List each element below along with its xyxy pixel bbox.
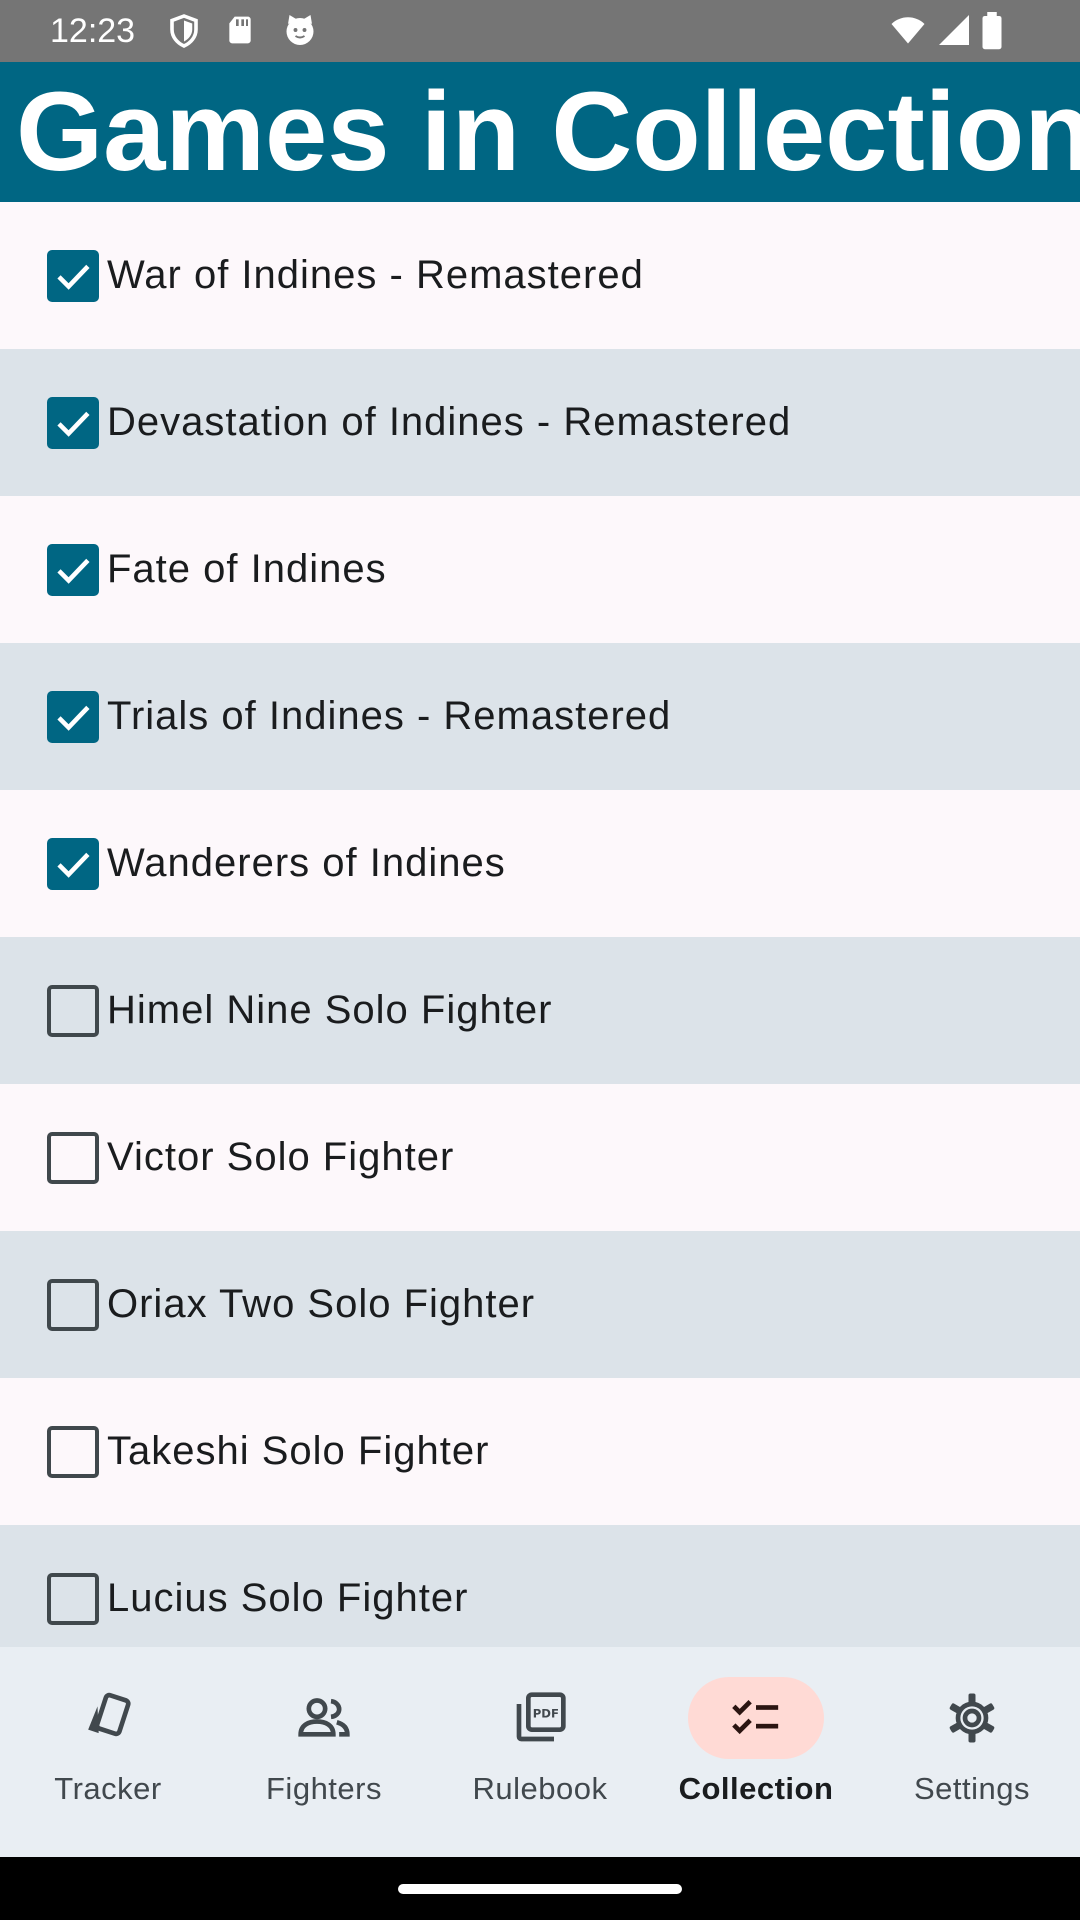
app-bar: Games in Collection	[0, 62, 1080, 202]
checkbox-unchecked[interactable]	[47, 1278, 99, 1331]
page-title: Games in Collection	[16, 69, 1080, 194]
list-item[interactable]: Takeshi Solo Fighter	[0, 1378, 1080, 1525]
game-label: Wanderers of Indines	[107, 841, 506, 885]
people-icon	[296, 1690, 352, 1746]
checkbox-checked[interactable]	[47, 249, 99, 302]
checkbox-checked[interactable]	[47, 690, 99, 743]
checklist-icon	[728, 1690, 784, 1746]
checkbox-unchecked[interactable]	[47, 1131, 99, 1184]
list-item[interactable]: Lucius Solo Fighter	[0, 1525, 1080, 1647]
nav-item-rulebook[interactable]: PDF Rulebook	[432, 1647, 648, 1857]
status-time: 12:23	[50, 12, 136, 50]
checkbox-checked[interactable]	[47, 396, 99, 449]
list-item[interactable]: Wanderers of Indines	[0, 790, 1080, 937]
cards-icon	[80, 1690, 136, 1746]
nav-item-settings[interactable]: Settings	[864, 1647, 1080, 1857]
wifi-icon	[888, 12, 928, 50]
nav-item-tracker[interactable]: Tracker	[0, 1647, 216, 1857]
nav-label: Fighters	[266, 1771, 382, 1806]
cat-face-icon	[282, 12, 318, 50]
game-label: Fate of Indines	[107, 547, 387, 591]
checkbox-unchecked[interactable]	[47, 1425, 99, 1478]
game-label: Victor Solo Fighter	[107, 1135, 455, 1179]
game-label: Himel Nine Solo Fighter	[107, 988, 553, 1032]
gear-icon	[944, 1690, 1000, 1746]
list-item[interactable]: Fate of Indines	[0, 496, 1080, 643]
nav-label: Tracker	[54, 1771, 162, 1806]
nav-item-fighters[interactable]: Fighters	[216, 1647, 432, 1857]
checkbox-unchecked[interactable]	[47, 984, 99, 1037]
nav-label: Settings	[913, 1771, 1030, 1806]
games-list: War of Indines - Remastered Devastation …	[0, 202, 1080, 1647]
game-label: War of Indines - Remastered	[107, 253, 644, 297]
game-label: Takeshi Solo Fighter	[107, 1429, 490, 1473]
list-item[interactable]: Oriax Two Solo Fighter	[0, 1231, 1080, 1378]
list-item[interactable]: Himel Nine Solo Fighter	[0, 937, 1080, 1084]
nav-label: Collection	[678, 1771, 834, 1806]
battery-icon	[980, 12, 1008, 50]
gesture-bar	[0, 1857, 1080, 1920]
game-label: Oriax Two Solo Fighter	[107, 1282, 536, 1326]
list-item[interactable]: Victor Solo Fighter	[0, 1084, 1080, 1231]
shield-icon	[166, 12, 202, 50]
cell-signal-icon	[936, 12, 972, 50]
list-item[interactable]: Trials of Indines - Remastered	[0, 643, 1080, 790]
list-item[interactable]: Devastation of Indines - Remastered	[0, 349, 1080, 496]
checkbox-checked[interactable]	[47, 837, 99, 890]
checkbox-checked[interactable]	[47, 543, 99, 596]
game-label: Trials of Indines - Remastered	[107, 694, 672, 738]
status-bar: 12:23	[0, 0, 1080, 62]
pdf-icon: PDF	[512, 1690, 568, 1746]
list-item[interactable]: War of Indines - Remastered	[0, 202, 1080, 349]
sd-card-icon	[224, 12, 260, 50]
nav-label: Rulebook	[472, 1771, 608, 1806]
checkbox-unchecked[interactable]	[47, 1572, 99, 1625]
nav-item-collection[interactable]: Collection	[648, 1647, 864, 1857]
game-label: Lucius Solo Fighter	[107, 1576, 469, 1620]
game-label: Devastation of Indines - Remastered	[107, 400, 792, 444]
svg-text:PDF: PDF	[533, 1706, 559, 1720]
home-gesture-handle[interactable]	[398, 1884, 682, 1894]
bottom-navigation: Tracker Fighters PDF Rulebook Collection…	[0, 1647, 1080, 1857]
